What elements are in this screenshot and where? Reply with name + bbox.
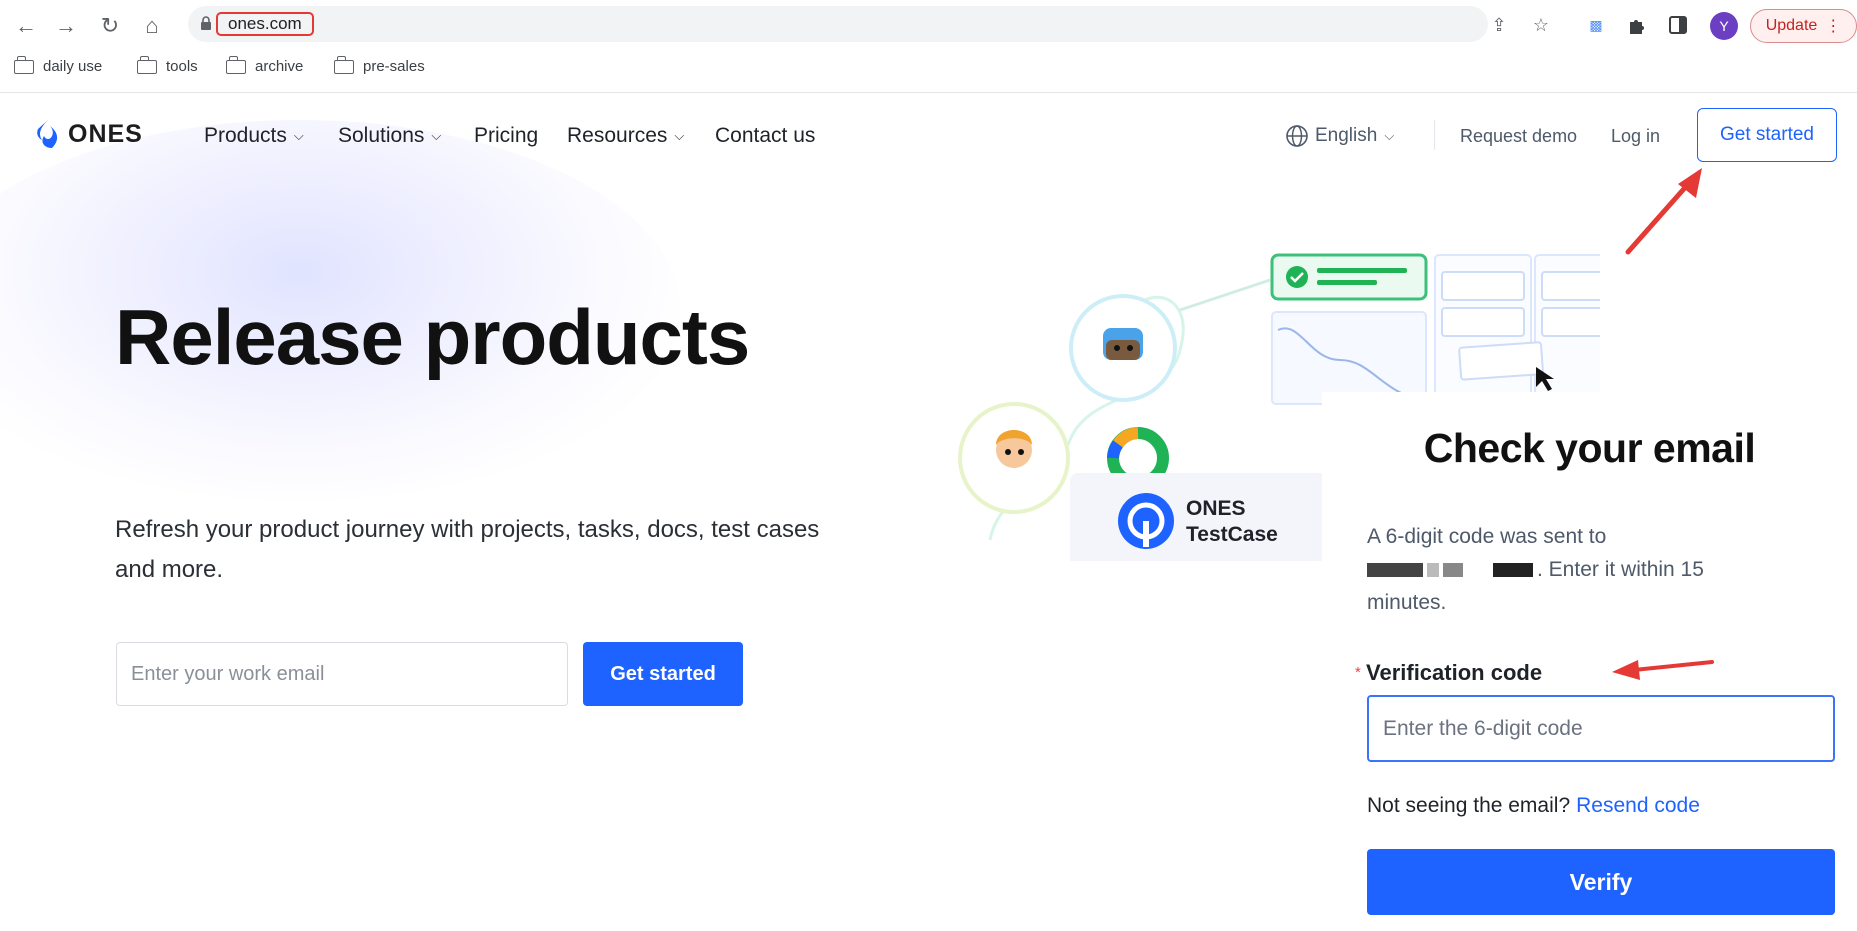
bookmark-star-icon[interactable]: ☆	[1530, 14, 1552, 36]
verification-code-input[interactable]	[1367, 695, 1835, 762]
nav-contact-us[interactable]: Contact us	[715, 124, 815, 148]
hero-subtitle: Refresh your product journey with projec…	[115, 516, 820, 583]
bookmarks-bar: daily use tools archive pre-sales	[0, 52, 1857, 84]
folder-icon	[14, 55, 34, 74]
language-label: English	[1315, 125, 1378, 146]
nav-label: Products	[204, 124, 287, 147]
hero-get-started-button[interactable]: Get started	[583, 642, 743, 706]
chevron-down-icon: ⌵	[674, 128, 685, 143]
nav-label: Solutions	[338, 124, 425, 147]
bookmark-daily-use[interactable]: daily use	[14, 55, 103, 75]
bookmark-label: tools	[166, 58, 198, 75]
back-icon[interactable]: ←	[12, 12, 40, 40]
folder-icon	[137, 55, 157, 74]
extension-icon[interactable]: ▩	[1585, 14, 1607, 36]
address-bar[interactable]	[188, 6, 1488, 42]
nav-products[interactable]: Products ⌵	[204, 124, 304, 148]
resend-code-link[interactable]: Resend code	[1576, 794, 1700, 817]
folder-icon	[226, 55, 246, 74]
share-icon[interactable]: ⇪	[1488, 14, 1510, 36]
annotation-arrow-verification-code	[1612, 660, 1714, 680]
bookmark-archive[interactable]: archive	[226, 55, 304, 75]
nav-pricing[interactable]: Pricing	[474, 124, 538, 148]
nav-get-started-button[interactable]: Get started	[1697, 108, 1837, 162]
resend-row: Not seeing the email? Resend code	[1367, 794, 1700, 818]
bookmark-label: archive	[255, 58, 304, 75]
side-panel-icon[interactable]	[1668, 15, 1688, 35]
home-icon[interactable]: ⌂	[138, 12, 166, 40]
folder-icon	[334, 55, 354, 74]
testcase-product-name: ONES TestCase	[1186, 496, 1278, 548]
language-selector[interactable]: English ⌵	[1285, 124, 1394, 148]
hero-title: Release products	[115, 293, 750, 381]
logo-text: ONES	[68, 119, 143, 148]
bookmark-pre-sales[interactable]: pre-sales	[334, 55, 425, 75]
browser-chrome: ← → ↻ ⌂ ones.com ⇪ ☆ ▩ Y Update ⋮ daily …	[0, 0, 1857, 93]
bookmark-label: pre-sales	[363, 58, 425, 75]
verify-button[interactable]: Verify	[1367, 849, 1835, 915]
update-label: Update	[1765, 17, 1818, 34]
login-link[interactable]: Log in	[1611, 126, 1660, 147]
bookmark-tools[interactable]: tools	[137, 55, 198, 75]
reload-icon[interactable]: ↻	[96, 12, 124, 40]
nav-label: Resources	[567, 124, 668, 147]
redacted-email	[1367, 558, 1537, 581]
ones-logo[interactable]: ONES	[34, 118, 143, 150]
verification-description: A 6-digit code was sent to . Enter it wi…	[1367, 520, 1787, 619]
chevron-down-icon: ⌵	[1384, 128, 1395, 143]
verification-title: Check your email	[1423, 425, 1756, 471]
bookmark-label: daily use	[43, 58, 103, 75]
forward-icon[interactable]: →	[52, 12, 80, 40]
nav-label: Pricing	[474, 124, 539, 147]
request-demo-link[interactable]: Request demo	[1460, 126, 1577, 147]
profile-avatar[interactable]: Y	[1710, 12, 1738, 40]
update-button[interactable]: Update ⋮	[1750, 9, 1857, 43]
chevron-down-icon: ⌵	[431, 128, 442, 143]
nav-solutions[interactable]: Solutions ⌵	[338, 124, 441, 148]
url-text[interactable]: ones.com	[216, 12, 314, 36]
annotation-arrow-get-started	[1625, 168, 1702, 255]
product-name-line2: TestCase	[1186, 523, 1278, 546]
testcase-logo-icon	[1118, 493, 1174, 549]
nav-label: Contact us	[715, 124, 816, 147]
work-email-input[interactable]	[116, 642, 568, 706]
nav-divider	[1434, 120, 1435, 150]
desc-prefix: A 6-digit code was sent to	[1367, 525, 1607, 548]
required-marker: *	[1355, 664, 1361, 681]
resend-prompt: Not seeing the email?	[1367, 794, 1571, 817]
nav-resources[interactable]: Resources ⌵	[567, 124, 684, 148]
globe-icon	[1286, 125, 1308, 147]
product-name-line1: ONES	[1186, 497, 1246, 520]
lock-icon	[201, 16, 211, 30]
puzzle-icon[interactable]	[1626, 14, 1648, 36]
ones-logo-icon	[37, 120, 58, 148]
chevron-down-icon: ⌵	[293, 128, 304, 143]
more-icon: ⋮	[1825, 18, 1842, 35]
verification-code-label: Verification code	[1366, 660, 1543, 685]
